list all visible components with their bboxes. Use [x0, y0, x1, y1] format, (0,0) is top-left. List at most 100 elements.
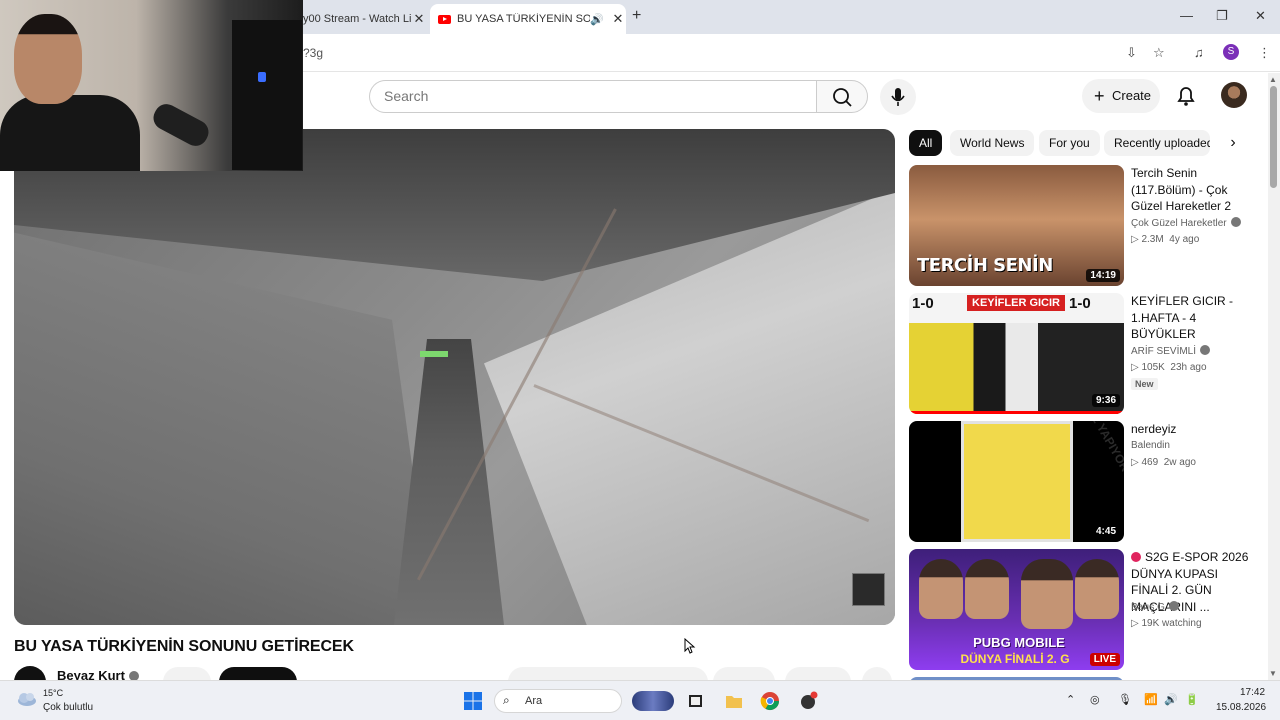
thumbnail-text: NEREDEYİZ? NE YAPIYORUZ? NEREYE GİDİYORU…: [1044, 421, 1124, 542]
youtube-favicon-icon: [438, 14, 451, 24]
video-thumbnail[interactable]: NEREDEYİZ? NE YAPIYORUZ? NEREYE GİDİYORU…: [909, 421, 1124, 542]
verified-icon: [1230, 217, 1241, 227]
chip-all[interactable]: All: [909, 130, 943, 156]
duration-badge: 14:19: [1086, 269, 1120, 282]
age: 4y ago: [1169, 234, 1200, 245]
tab-close-icon[interactable]: ✕: [411, 11, 427, 27]
recommendation-meta: ▷ 19K watching: [1131, 618, 1202, 629]
thumbnail-badge: KEYİFLER GICIR: [967, 295, 1066, 311]
tab-close-icon[interactable]: ✕: [610, 11, 626, 27]
age: 23h ago: [1170, 362, 1207, 373]
clock-time[interactable]: 17:42: [1240, 687, 1265, 698]
microphone-tray-icon[interactable]: 🎙: [1118, 693, 1132, 706]
video-thumbnail[interactable]: PUBG MOBILE DÜNYA FİNALİ 2. G LIVE: [909, 549, 1124, 670]
webcam-led: [258, 72, 266, 82]
tab-active[interactable]: BU YASA TÜRKİYENİN SONU 🔊 ✕: [430, 4, 626, 34]
recommendation-channel[interactable]: Balendin: [1131, 440, 1170, 451]
file-explorer-icon[interactable]: [724, 691, 744, 711]
video-thumbnail[interactable]: 1-0 KEYİFLER GICIR 1-0 9:36: [909, 293, 1124, 414]
tab-title: BU YASA TÜRKİYENİN SONU: [457, 13, 591, 25]
tab-inactive[interactable]: y00 Stream - Watch Li ✕: [303, 4, 427, 34]
tray-app-icon[interactable]: ◎: [1090, 693, 1100, 706]
profile-avatar[interactable]: S: [1223, 44, 1239, 60]
microphone-icon: [891, 88, 905, 106]
duration-badge: 9:36: [1091, 394, 1120, 407]
recommendation-title[interactable]: nerdeyiz: [1131, 421, 1253, 438]
views: 2.3M: [1141, 234, 1164, 245]
app-icon[interactable]: [798, 691, 818, 711]
recommendation-meta: ▷ 105K 23h ago: [1131, 362, 1207, 373]
thumbnail-face: [1021, 559, 1073, 629]
video-thumbnail[interactable]: TERCİH SENİN 14:19: [909, 165, 1124, 286]
thumbnail-text: DÜNYA FİNALİ 2. G: [960, 652, 1070, 666]
url-text[interactable]: ?3g: [303, 46, 323, 60]
webcam-pc-case: [232, 20, 302, 170]
minimize-icon[interactable]: —: [1180, 8, 1193, 23]
restore-icon[interactable]: ❐: [1216, 8, 1228, 24]
channel-text: Çok Güzel Hareketler: [1131, 218, 1227, 229]
recommendation-item[interactable]: TERCİH SENİN 14:19 Tercih Senin (117.Böl…: [909, 165, 1254, 287]
notifications-bell-icon[interactable]: [1173, 83, 1199, 109]
webcam-person-head: [14, 14, 82, 104]
account-avatar[interactable]: [1221, 82, 1247, 108]
chrome-icon[interactable]: [760, 691, 780, 711]
search-input[interactable]: Search: [369, 80, 816, 113]
chip-recently-uploaded[interactable]: Recently uploaded: [1104, 130, 1210, 156]
widget-icon[interactable]: [632, 691, 674, 711]
voice-search-button[interactable]: [880, 79, 916, 115]
duration-badge: 4:45: [1091, 525, 1120, 538]
scroll-down-icon[interactable]: ▼: [1269, 669, 1277, 678]
webcam-microphone: [149, 99, 213, 151]
thumbnail-face: [965, 559, 1009, 619]
wifi-icon[interactable]: 📶: [1144, 693, 1158, 706]
video-title: BU YASA TÜRKİYENİN SONUNU GETİRECEK: [14, 638, 354, 655]
scroll-up-icon[interactable]: ▲: [1269, 75, 1277, 84]
weather-temperature[interactable]: 15°C: [43, 688, 63, 698]
media-control-icon[interactable]: ♫: [1194, 45, 1204, 60]
bookmark-star-icon[interactable]: ☆: [1153, 45, 1165, 61]
new-badge: New: [1131, 378, 1158, 390]
chevron-right-icon[interactable]: ›: [1222, 132, 1244, 154]
chip-for-you[interactable]: For you: [1039, 130, 1100, 156]
new-tab-icon[interactable]: +: [632, 7, 641, 25]
install-app-icon[interactable]: ⇩: [1126, 45, 1137, 61]
thumbnail-score: 1-0: [912, 295, 934, 312]
recommendation-item[interactable]: 1-0 KEYİFLER GICIR 1-0 9:36 KEYİFLER GIC…: [909, 293, 1254, 415]
taskbar-search-input[interactable]: Ara: [494, 689, 622, 713]
search-icon: [833, 88, 852, 107]
tab-title: y00 Stream - Watch Li: [303, 13, 411, 25]
channel-watermark-icon[interactable]: [852, 573, 885, 606]
windows-taskbar: 15°C Çok bulutlu Ara ⌕ ⌃ ◎ 🎙 📶 🔊 🔋 17:42…: [0, 680, 1280, 720]
window-close-icon[interactable]: ✕: [1255, 8, 1266, 24]
thumbnail-text: PUBG MOBILE: [973, 635, 1065, 650]
recommendation-title[interactable]: KEYİFLER GICIR - 1.HAFTA - 4 BÜYÜKLER: [1131, 293, 1253, 343]
recommendation-channel[interactable]: ARİF SEVİMLİ: [1131, 345, 1211, 357]
task-view-icon[interactable]: [686, 691, 706, 711]
speaker-icon[interactable]: 🔊: [590, 13, 604, 26]
volume-icon[interactable]: 🔊: [1164, 693, 1178, 706]
windows-start-icon[interactable]: [463, 691, 483, 711]
recommendation-channel[interactable]: Çok Güzel Hareketler: [1131, 217, 1241, 229]
clock-date[interactable]: 15.08.2026: [1216, 702, 1266, 713]
create-label: Create: [1112, 88, 1152, 103]
chip-world-news[interactable]: World News: [950, 130, 1035, 156]
webcam-person-body: [0, 95, 140, 171]
recommendation-channel[interactable]: Barış G: [1131, 601, 1179, 613]
search-icon: ⌕: [503, 693, 510, 707]
scrollbar-thumb[interactable]: [1270, 86, 1277, 188]
recommendation-item[interactable]: NEREDEYİZ? NE YAPIYORUZ? NEREYE GİDİYORU…: [909, 421, 1254, 543]
search-button[interactable]: [816, 80, 868, 113]
weather-description[interactable]: Çok bulutlu: [43, 702, 93, 713]
recommendation-item[interactable]: PUBG MOBILE DÜNYA FİNALİ 2. G LIVE S2G E…: [909, 549, 1254, 671]
live-badge: LIVE: [1089, 653, 1120, 666]
video-player[interactable]: [14, 129, 895, 625]
age: 2w ago: [1163, 457, 1196, 468]
plus-icon: +: [1094, 86, 1105, 106]
thumbnail-face: [1075, 559, 1119, 619]
recommendation-title[interactable]: Tercih Senin (117.Bölüm) - Çok Güzel Har…: [1131, 165, 1253, 215]
cloud-weather-icon[interactable]: [16, 690, 38, 708]
browser-menu-icon[interactable]: ⋮: [1258, 45, 1271, 61]
create-button[interactable]: + Create: [1082, 79, 1160, 113]
tray-chevron-up-icon[interactable]: ⌃: [1066, 693, 1075, 706]
battery-icon[interactable]: 🔋: [1185, 693, 1199, 706]
